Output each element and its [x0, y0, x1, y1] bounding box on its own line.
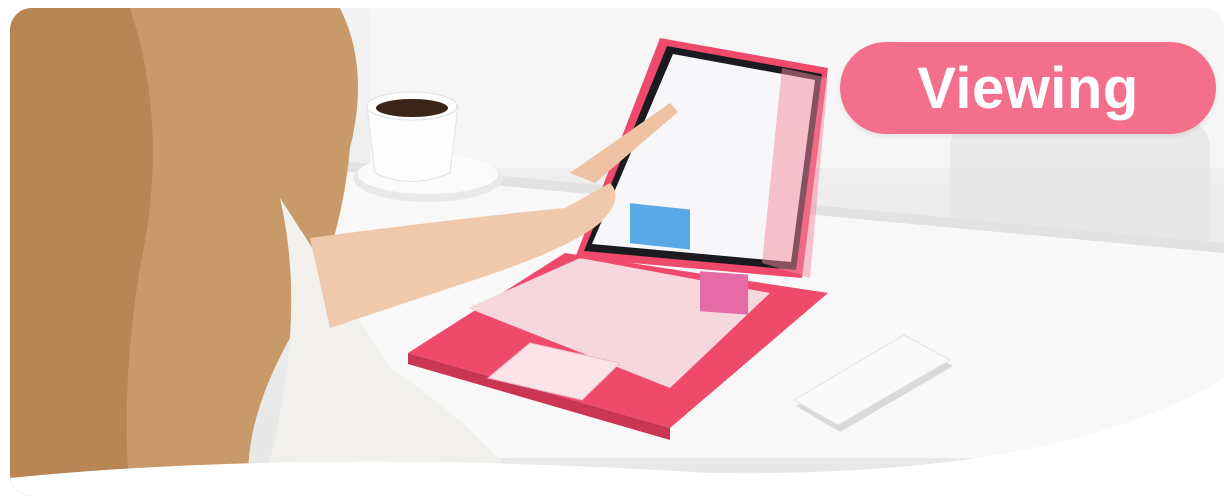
- viewing-badge: Viewing: [840, 42, 1216, 134]
- product-photo: Viewing: [10, 8, 1224, 496]
